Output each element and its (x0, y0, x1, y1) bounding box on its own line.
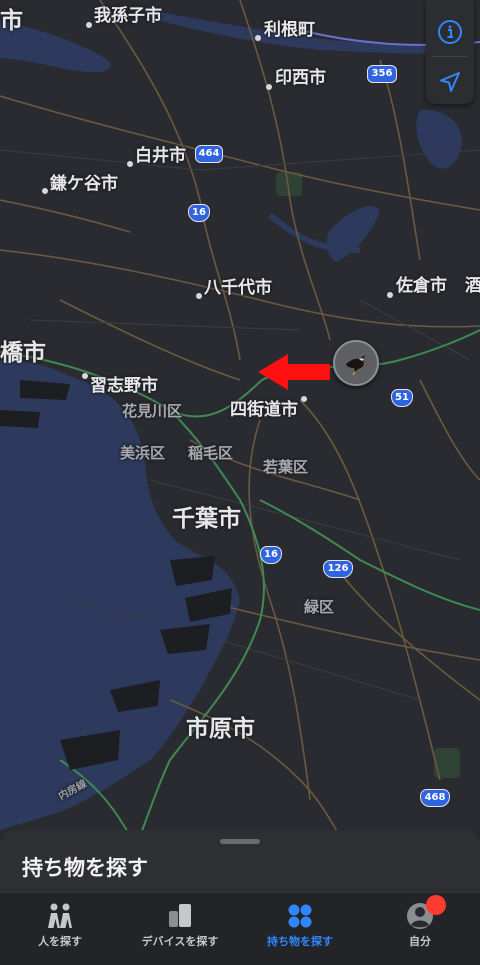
place-dot (301, 396, 307, 402)
tab-label: 人を探す (38, 935, 82, 948)
map-label-yotsukaido: 四街道市 (230, 400, 298, 420)
route-shield: 468 (420, 789, 450, 807)
route-shield: 126 (323, 560, 353, 578)
controls-divider (432, 56, 468, 57)
map-label-abiko: 我孫子市 (94, 6, 162, 26)
map-view[interactable]: 市 我孫子市 利根町 印西市 白井市 鎌ケ谷市 八千代市 佐倉市 酒 橋市 習志… (0, 0, 480, 836)
map-label-midori: 緑区 (304, 598, 335, 616)
notification-badge (426, 895, 446, 915)
map-label-shiroi: 白井市 (135, 146, 186, 166)
place-dot (127, 161, 133, 167)
tab-devices[interactable]: デバイスを探す (120, 893, 240, 965)
map-controls (426, 0, 474, 104)
info-circle-icon (438, 20, 462, 44)
sheet-title: 持ち物を探す (22, 856, 148, 880)
sheet-grabber[interactable] (220, 839, 260, 844)
place-dot (387, 292, 393, 298)
tab-label: デバイスを探す (141, 935, 219, 948)
map-label-kamagaya: 鎌ケ谷市 (50, 174, 118, 194)
tab-label: 持ち物を探す (267, 935, 333, 948)
map-label-mihama: 美浜区 (120, 444, 166, 462)
map-label-sake-edge: 酒 (465, 276, 480, 296)
map-label-ichihara: 市原市 (186, 716, 255, 742)
locate-button[interactable] (426, 58, 474, 106)
map-label-inzai: 印西市 (275, 68, 326, 88)
place-dot (255, 35, 261, 41)
map-label-funabashi: 橋市 (0, 340, 46, 366)
map-label-narashino: 習志野市 (90, 376, 158, 396)
map-label-wakaba: 若葉区 (263, 458, 309, 476)
route-shield: 16 (188, 204, 210, 222)
bottom-sheet[interactable]: 持ち物を探す (0, 830, 480, 894)
items-icon (288, 904, 312, 928)
bird-icon (346, 355, 365, 376)
map-label-tone: 利根町 (264, 20, 315, 40)
place-dot (196, 293, 202, 299)
tab-items[interactable]: 持ち物を探す (240, 893, 360, 965)
devices-icon (169, 904, 191, 927)
map-label-inage: 稲毛区 (188, 444, 234, 462)
tab-people[interactable]: 人を探す (0, 893, 120, 965)
route-shield: 464 (195, 145, 223, 163)
route-shield: 16 (260, 546, 282, 564)
tab-label: 自分 (409, 935, 431, 948)
place-dot (266, 84, 272, 90)
place-dot (82, 373, 88, 379)
route-shield: 51 (391, 389, 413, 407)
map-label-edge-city: 市 (0, 8, 23, 34)
location-arrow-icon (440, 72, 460, 92)
people-icon (48, 903, 72, 928)
tab-bar: 人を探す デバイスを探す 持ち物を探す 自分 (0, 892, 480, 965)
tab-me[interactable]: 自分 (360, 893, 480, 965)
route-shield: 356 (367, 65, 397, 83)
map-label-sakura: 佐倉市 (396, 276, 447, 296)
place-dot (86, 22, 92, 28)
item-location-pin[interactable] (333, 340, 379, 386)
place-dot (42, 188, 48, 194)
map-label-hanamigawa: 花見川区 (122, 402, 183, 420)
info-button[interactable] (426, 8, 474, 56)
map-label-chiba: 千葉市 (172, 506, 241, 532)
map-label-yachiyo: 八千代市 (204, 278, 272, 298)
